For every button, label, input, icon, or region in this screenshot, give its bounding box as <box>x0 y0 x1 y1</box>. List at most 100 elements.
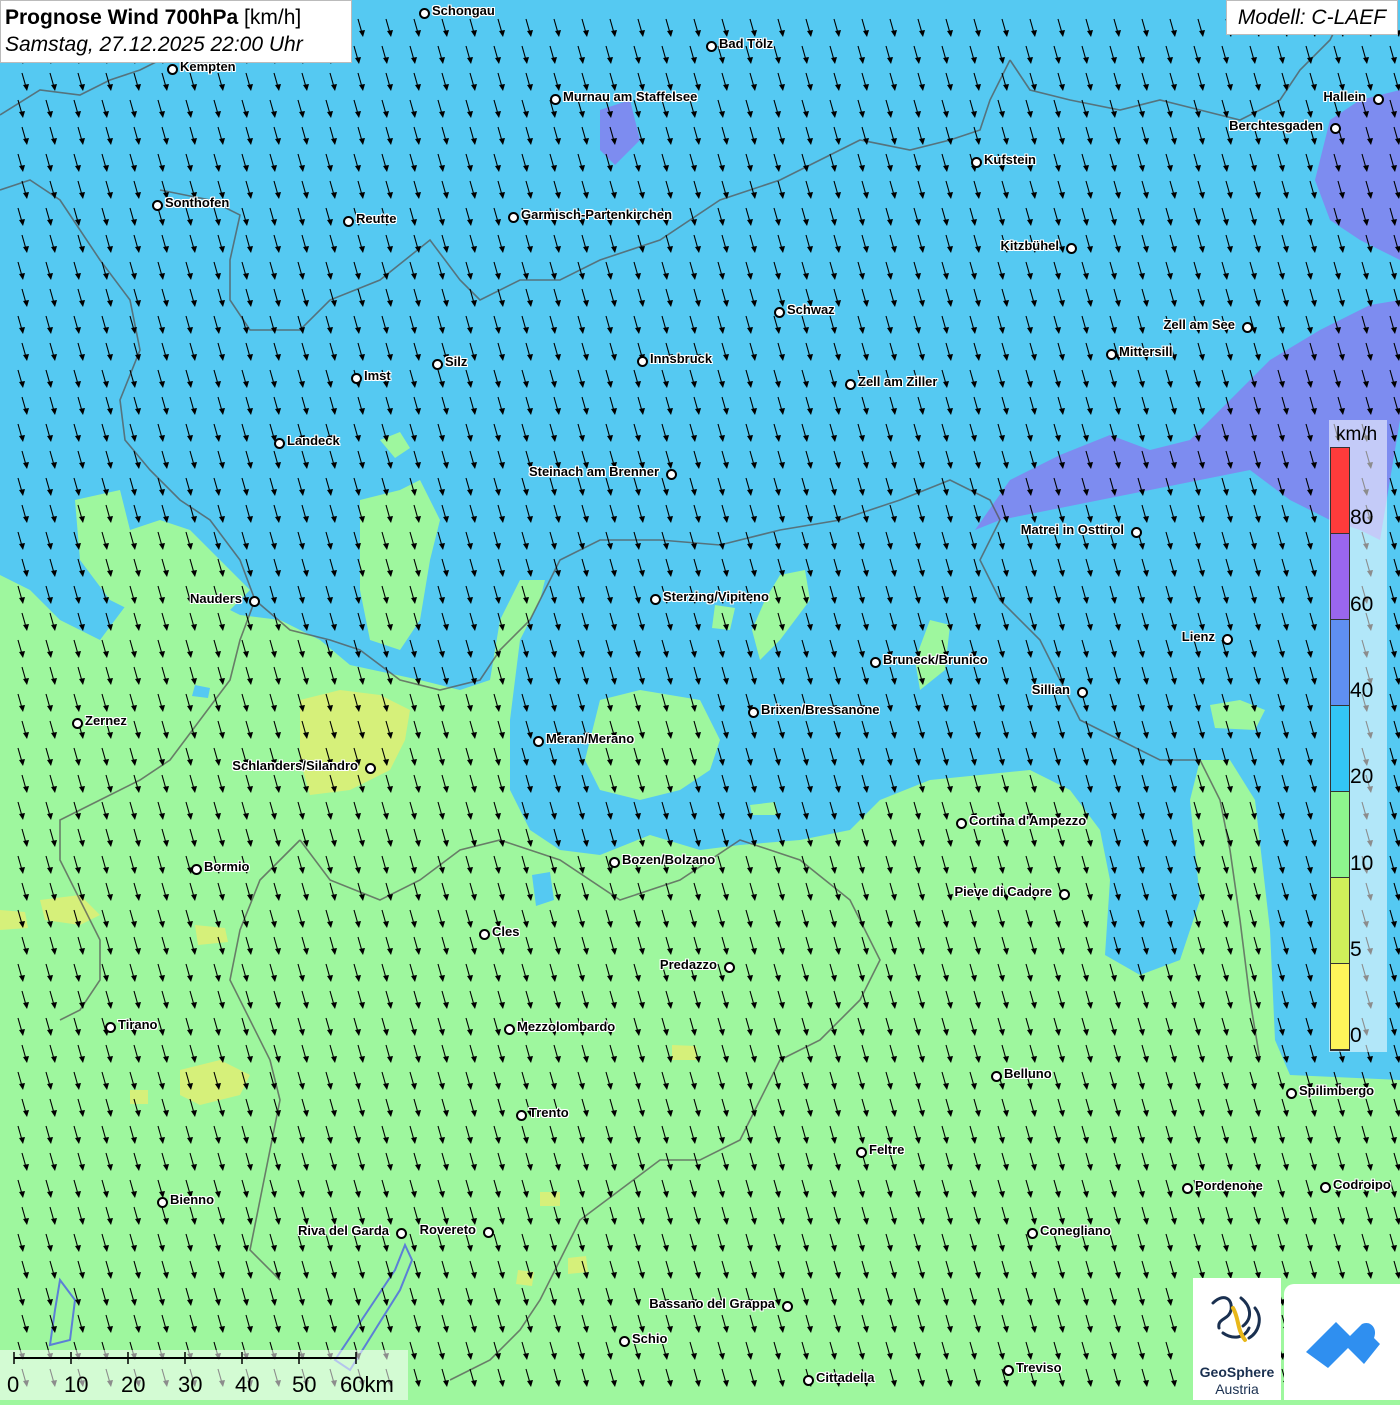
scale-label: 50 <box>292 1372 316 1398</box>
city-name: Nauders <box>190 592 242 606</box>
legend-color-segment <box>1331 792 1349 878</box>
city-dot-icon <box>508 212 519 223</box>
city-name: Mittersill <box>1119 345 1172 359</box>
city-dot-icon <box>419 8 430 19</box>
city-dot-icon <box>396 1228 407 1239</box>
city-name: Zell am See <box>1163 318 1235 332</box>
city-name: Sterzing/Vipiteno <box>663 590 769 604</box>
city-name: Bormio <box>204 860 250 874</box>
city-name: Treviso <box>1016 1361 1062 1375</box>
city-dot-icon <box>870 657 881 668</box>
city-name: Lienz <box>1182 630 1215 644</box>
legend-color-segment <box>1331 534 1349 620</box>
city-name: Hallein <box>1323 90 1366 104</box>
city-dot-icon <box>1182 1183 1193 1194</box>
legend-label: 10 <box>1350 852 1373 876</box>
city-dot-icon <box>706 41 717 52</box>
city-dot-icon <box>1131 527 1142 538</box>
legend-unit: km/h <box>1336 424 1377 446</box>
city-name: Codroipo <box>1333 1178 1391 1192</box>
city-dot-icon <box>533 736 544 747</box>
city-name: Schwaz <box>787 303 835 317</box>
city-dot-icon <box>516 1110 527 1121</box>
city-name: Sonthofen <box>165 196 229 210</box>
city-name: Tirano <box>118 1018 158 1032</box>
city-dot-icon <box>1286 1088 1297 1099</box>
city-name: Berchtesgaden <box>1229 119 1323 133</box>
city-dot-icon <box>956 818 967 829</box>
city-dot-icon <box>619 1336 630 1347</box>
city-dot-icon <box>351 373 362 384</box>
city-name: Bassano del Grappa <box>649 1297 775 1311</box>
city-name: Kempten <box>180 60 236 74</box>
city-name: Landeck <box>287 434 340 448</box>
city-name: Schio <box>632 1332 667 1346</box>
city-dot-icon <box>637 356 648 367</box>
city-name: Schongau <box>432 4 495 18</box>
map-title: Prognose Wind 700hPa [km/h] <box>5 4 347 32</box>
city-dot-icon <box>343 216 354 227</box>
city-name: Kitzbühel <box>1001 239 1060 253</box>
city-dot-icon <box>1066 243 1077 254</box>
city-name: Bienno <box>170 1193 214 1207</box>
city-name: Predazzo <box>660 958 717 972</box>
legend-color-segment <box>1331 964 1349 1050</box>
city-name: Meran/Merano <box>546 732 634 746</box>
city-dot-icon <box>1059 889 1070 900</box>
city-name: Steinach am Brenner <box>529 465 659 479</box>
city-name: Rovereto <box>420 1223 476 1237</box>
city-name: Spilimbergo <box>1299 1084 1374 1098</box>
geosphere-austria-logo[interactable]: GeoSphere Austria <box>1193 1278 1281 1400</box>
city-dot-icon <box>666 469 677 480</box>
city-name: Murnau am Staffelsee <box>563 90 697 104</box>
city-dot-icon <box>1003 1365 1014 1376</box>
city-name: Pordenone <box>1195 1179 1263 1193</box>
city-name: Zell am Ziller <box>858 375 937 389</box>
city-dot-icon <box>504 1024 515 1035</box>
city-dot-icon <box>803 1375 814 1386</box>
city-name: Cortina d'Ampezzo <box>969 814 1086 828</box>
forecast-datetime: Samstag, 27.12.2025 22:00 Uhr <box>5 32 347 58</box>
city-dot-icon <box>650 594 661 605</box>
scale-label: 40 <box>235 1372 259 1398</box>
city-dot-icon <box>157 1197 168 1208</box>
legend-label: 40 <box>1350 679 1373 703</box>
city-dot-icon <box>724 962 735 973</box>
city-dot-icon <box>991 1071 1002 1082</box>
geosphere-logo-line1: GeoSphere <box>1193 1364 1281 1380</box>
city-name: Conegliano <box>1040 1224 1111 1238</box>
wind-area-yellow <box>0 910 28 930</box>
scale-label: 30 <box>178 1372 202 1398</box>
weather-app-logo[interactable] <box>1284 1284 1400 1400</box>
city-dot-icon <box>774 307 785 318</box>
wind-area-yellow <box>130 1090 148 1104</box>
color-legend: km/h 806040201050 <box>1329 420 1387 1052</box>
city-name: Cles <box>492 925 519 939</box>
legend-label: 5 <box>1350 938 1362 962</box>
legend-color-segment <box>1331 878 1349 964</box>
city-dot-icon <box>479 929 490 940</box>
geosphere-logo-icon <box>1193 1278 1281 1364</box>
city-dot-icon <box>1027 1228 1038 1239</box>
city-name: Bad Tölz <box>719 37 773 51</box>
city-dot-icon <box>1330 123 1341 134</box>
city-dot-icon <box>1242 322 1253 333</box>
city-name: Brixen/Bressanone <box>761 703 880 717</box>
city-dot-icon <box>1320 1182 1331 1193</box>
city-name: Kufstein <box>984 153 1036 167</box>
legend-label: 80 <box>1350 506 1373 530</box>
city-dot-icon <box>1106 349 1117 360</box>
legend-label: 60 <box>1350 593 1373 617</box>
legend-color-segment <box>1331 620 1349 706</box>
city-dot-icon <box>1373 94 1384 105</box>
city-name: Innsbruck <box>650 352 712 366</box>
city-name: Reutte <box>356 212 396 226</box>
city-name: Bozen/Bolzano <box>622 853 715 867</box>
scale-label: 60km <box>340 1372 394 1398</box>
scale-label: 20 <box>121 1372 145 1398</box>
scale-bar: 0102030405060km <box>0 1350 408 1400</box>
city-dot-icon <box>191 864 202 875</box>
city-dot-icon <box>971 157 982 168</box>
city-dot-icon <box>274 438 285 449</box>
city-name: Belluno <box>1004 1067 1052 1081</box>
